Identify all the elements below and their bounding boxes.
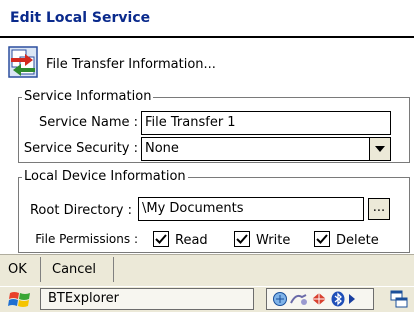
delete-checkbox[interactable]	[314, 231, 330, 247]
service-information-legend: Service Information	[22, 89, 154, 104]
title-divider	[0, 36, 414, 38]
cancel-menu-button[interactable]: Cancel	[52, 262, 96, 277]
tray-arrow-icon[interactable]	[348, 293, 356, 309]
service-name-input[interactable]: File Transfer 1	[141, 111, 391, 135]
root-directory-input[interactable]: \My Documents	[138, 197, 364, 221]
read-checkbox[interactable]	[153, 231, 169, 247]
ok-menu-button[interactable]: OK	[8, 262, 27, 277]
taskbar-app-label: BTExplorer	[48, 291, 119, 306]
browse-button[interactable]: ...	[368, 198, 390, 220]
bluetooth-icon[interactable]	[330, 291, 346, 311]
network-icon[interactable]	[272, 291, 288, 311]
menu-separator	[40, 257, 41, 282]
service-security-select[interactable]: None	[141, 137, 371, 161]
chevron-down-icon	[375, 146, 385, 152]
checkmark-icon	[155, 234, 167, 244]
service-security-dropdown-button[interactable]	[369, 137, 391, 161]
checkmark-icon	[316, 234, 328, 244]
service-name-label: Service Name :	[38, 115, 138, 130]
switch-windows-icon[interactable]	[390, 290, 408, 312]
root-directory-label: Root Directory :	[29, 203, 132, 218]
checkmark-icon	[236, 234, 248, 244]
menu-separator	[113, 257, 114, 282]
local-device-information-legend: Local Device Information	[22, 169, 188, 184]
write-checkbox[interactable]	[234, 231, 250, 247]
sync-icon[interactable]	[310, 291, 328, 311]
write-label: Write	[256, 233, 291, 248]
header-text: File Transfer Information...	[46, 57, 216, 72]
service-security-label: Service Security :	[23, 141, 138, 156]
window-title: Edit Local Service	[10, 10, 151, 26]
file-transfer-icon	[8, 46, 38, 78]
connection-icon[interactable]	[290, 291, 308, 311]
file-permissions-label: File Permissions :	[35, 232, 138, 246]
delete-label: Delete	[336, 233, 379, 248]
start-windows-icon[interactable]	[8, 290, 32, 312]
read-label: Read	[175, 233, 208, 248]
